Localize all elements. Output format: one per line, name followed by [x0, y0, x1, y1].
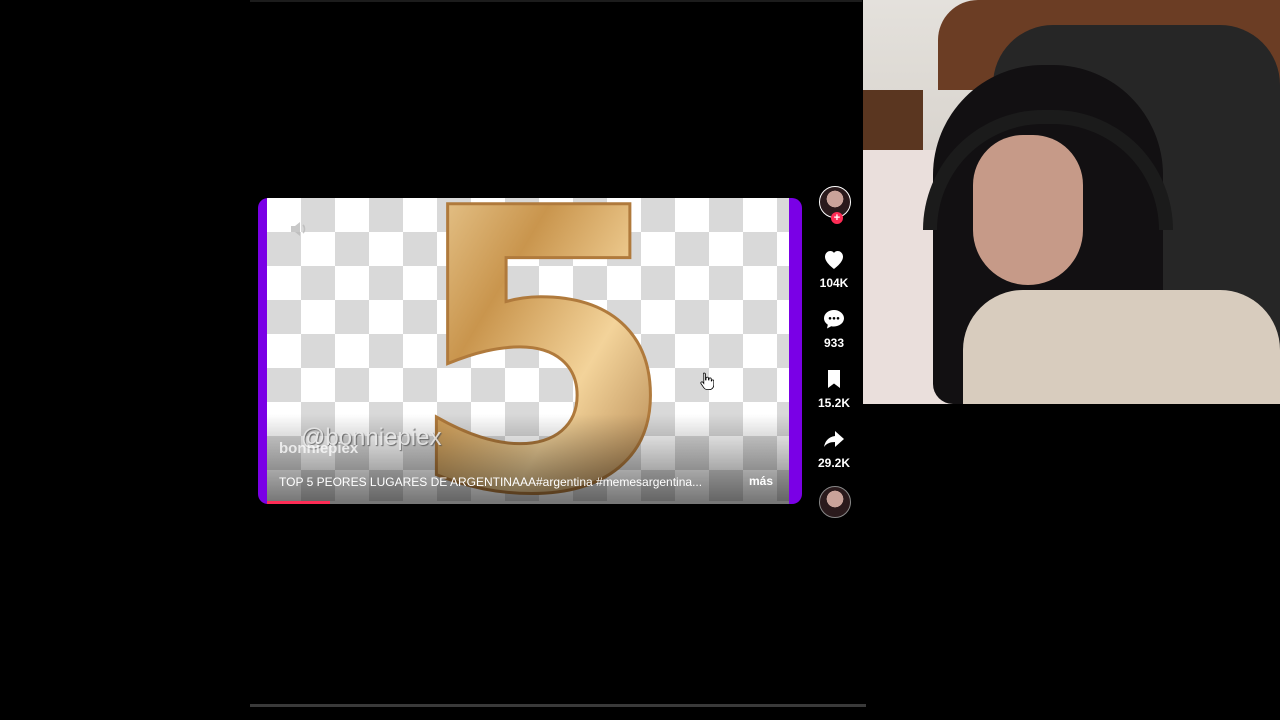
- video-progress-bar[interactable]: [267, 501, 789, 504]
- comment-count: 933: [823, 336, 845, 350]
- webcam-person-shirt: [963, 290, 1280, 404]
- bookmark-icon[interactable]: [822, 368, 846, 390]
- comment-action[interactable]: 933: [812, 308, 856, 350]
- bottom-scrollbar[interactable]: [250, 704, 866, 707]
- author-avatar[interactable]: +: [819, 186, 851, 224]
- gold-number-five: 5: [405, 198, 679, 504]
- music-disc-avatar[interactable]: [819, 486, 851, 518]
- like-count: 104K: [819, 276, 849, 290]
- save-action[interactable]: 15.2K: [812, 368, 856, 410]
- video-author-username[interactable]: bonniepiex: [279, 440, 358, 457]
- hand-cursor-icon: [700, 372, 714, 390]
- share-count: 29.2K: [817, 456, 851, 470]
- more-options-icon[interactable]: •••: [757, 220, 775, 236]
- heart-icon[interactable]: [822, 248, 846, 270]
- follow-plus-icon[interactable]: +: [831, 212, 843, 224]
- volume-icon[interactable]: [289, 220, 309, 238]
- top-divider: [250, 0, 862, 2]
- share-arrow-icon[interactable]: [822, 428, 846, 450]
- video-caption: TOP 5 PEORES LUGARES DE ARGENTINAAA#arge…: [279, 475, 703, 489]
- like-action[interactable]: 104K: [812, 248, 856, 290]
- comment-icon[interactable]: [822, 308, 846, 330]
- webcam-overlay: [863, 0, 1280, 404]
- big-five-text: 5: [406, 198, 677, 504]
- share-action[interactable]: 29.2K: [812, 428, 856, 470]
- video-player[interactable]: 5 ••• @bonniepiex bonniepiex TOP 5 PEORE…: [258, 198, 802, 504]
- author-avatar-wrap[interactable]: +: [819, 186, 851, 224]
- video-frame[interactable]: 5 ••• @bonniepiex bonniepiex TOP 5 PEORE…: [267, 198, 789, 504]
- caption-more-link[interactable]: más: [749, 474, 773, 488]
- video-progress-fill: [267, 501, 330, 504]
- save-count: 15.2K: [817, 396, 851, 410]
